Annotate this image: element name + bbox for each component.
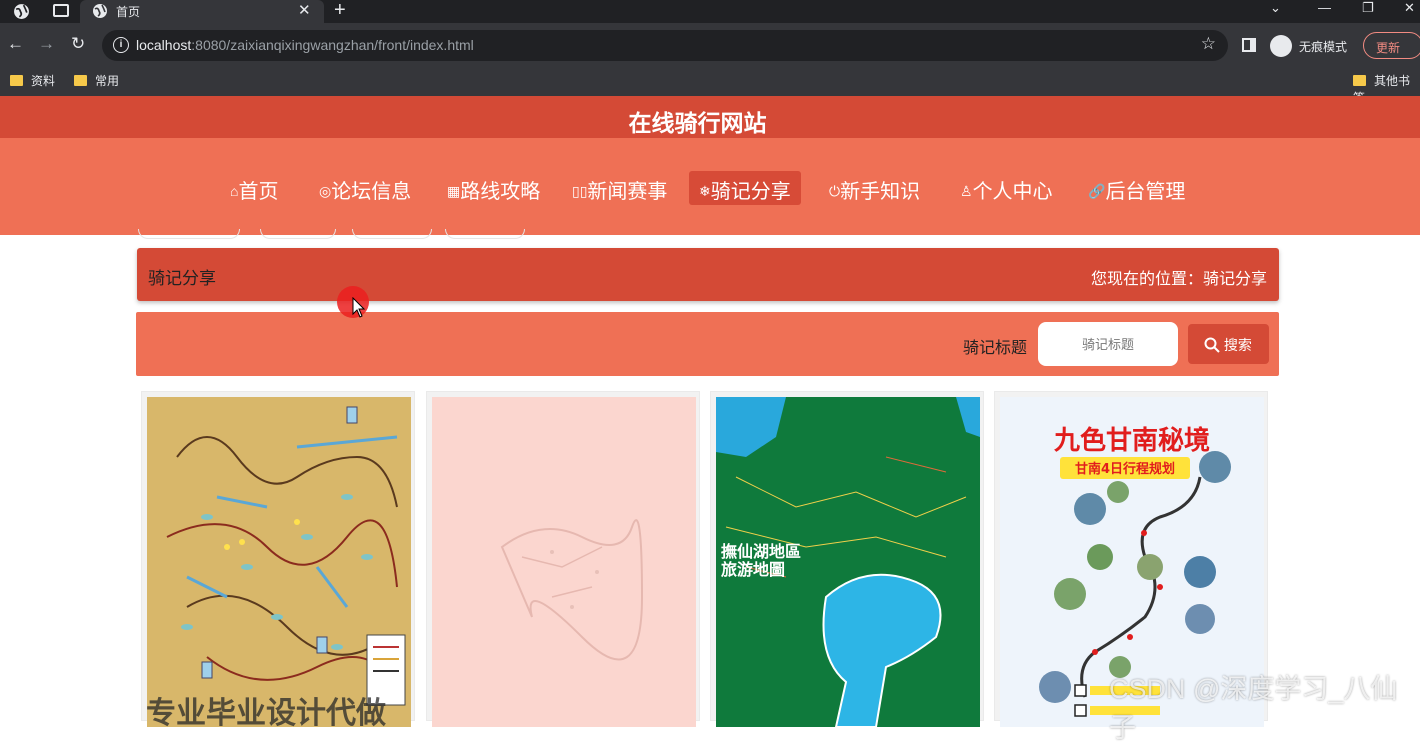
search-bar: 骑记标题 搜索 [136,312,1279,376]
site-title: 在线骑行网站 [628,110,767,136]
globe-icon [93,4,107,18]
svg-text:九色甘南秘境: 九色甘南秘境 [1053,425,1210,456]
svg-text:甘南4日行程规划: 甘南4日行程规划 [1075,461,1175,477]
browser-tab-bar: 首页 ✕ + ⌄ — ❐ ✕ [0,0,1420,23]
tab-title: 首页 [116,5,141,19]
snowflake-icon: ❄ [699,183,711,199]
sub-tab[interactable] [138,229,240,239]
reload-icon[interactable]: ↻ [71,34,85,54]
sub-tab[interactable] [260,229,336,239]
nav-item-routes[interactable]: ▦路线攻略 [437,171,550,205]
bookmark-folder[interactable]: 常用 [74,72,119,89]
breadcrumb: 您现在的位置：骑记分享 [1090,271,1267,288]
folder-icon [1353,75,1366,86]
side-panel-icon[interactable] [1242,38,1256,52]
bookmarks-bar: 资料 常用 其他书签 [0,68,1420,105]
folder-icon [10,75,23,86]
user-icon: ♙ [960,183,973,199]
grid-icon: ▦ [447,183,461,199]
nav-item-home[interactable]: ⌂首页 [220,171,288,205]
bookmark-star-icon[interactable]: ☆ [1201,34,1216,54]
nav-item-news[interactable]: ▯▯新闻赛事 [562,171,677,205]
watermark: CSDN @深度学习_八仙子 [1109,674,1398,743]
new-tab-icon[interactable]: + [334,0,346,22]
search-input[interactable] [1038,322,1178,366]
ride-card[interactable] [426,391,700,727]
ride-card[interactable] [141,391,415,727]
columns-icon: ▯▯ [572,183,588,199]
browser-toolbar: ← → ↻ i localhost:8080/zaixianqixingwang… [0,23,1420,68]
lake-map-image[interactable]: 撫仙湖地區 旅游地圖 [716,397,980,727]
incognito-icon[interactable] [1270,35,1292,57]
page-title: 骑记分享 [148,269,216,288]
sub-tab[interactable] [445,229,525,239]
address-bar[interactable]: i localhost:8080/zaixianqixingwangzhan/f… [102,30,1228,61]
minimize-icon[interactable]: — [1318,0,1331,15]
tab-actions-icon[interactable] [53,4,69,17]
overlay-caption: 专业毕业设计代做 [146,697,386,730]
sub-tab[interactable] [352,229,432,239]
back-icon[interactable]: ← [7,34,24,54]
route-map-image[interactable] [147,397,411,727]
globe-icon[interactable] [13,3,30,20]
site-header: 在线骑行网站 [0,96,1420,138]
incognito-label[interactable]: 无痕模式 [1299,38,1347,55]
svg-text:撫仙湖地區: 撫仙湖地區 [721,542,801,561]
restore-icon[interactable]: ❐ [1362,0,1374,16]
svg-text:旅游地圖: 旅游地圖 [721,560,785,579]
power-icon: ⏻ [829,183,841,199]
search-button[interactable]: 搜索 [1188,324,1269,364]
main-nav: ⌂首页 ◎论坛信息 ▦路线攻略 ▯▯新闻赛事 ❄骑记分享 ⏻新手知识 ♙个人中心… [0,138,1420,235]
mouse-pointer-icon [352,297,366,318]
folder-icon [74,75,87,86]
nav-item-admin[interactable]: 🔗后台管理 [1078,171,1195,205]
update-button[interactable]: 更新 [1363,32,1420,59]
breadcrumb-bar: 骑记分享 您现在的位置：骑记分享 [137,248,1279,301]
search-icon [1204,337,1220,353]
tab-search-icon[interactable]: ⌄ [1270,0,1281,16]
nav-item-beginner[interactable]: ⏻新手知识 [819,171,930,205]
search-label: 骑记标题 [963,340,1028,357]
link-icon: 🔗 [1088,183,1106,199]
nav-item-ride-share[interactable]: ❄骑记分享 [689,171,801,205]
site-info-icon[interactable]: i [113,37,129,53]
close-tab-icon[interactable]: ✕ [298,1,311,19]
route-map-faded-image[interactable] [432,397,696,727]
nav-item-forum[interactable]: ◎论坛信息 [309,171,421,205]
browser-tab-active[interactable]: 首页 ✕ [80,0,324,23]
forward-icon[interactable]: → [38,34,55,54]
close-window-icon[interactable]: ✕ [1404,0,1415,16]
ride-card[interactable]: 撫仙湖地區 旅游地圖 [710,391,984,727]
url-text[interactable]: localhost:8080/zaixianqixingwangzhan/fro… [136,37,474,53]
nav-item-profile[interactable]: ♙个人中心 [950,171,1063,205]
bookmark-folder[interactable]: 资料 [10,72,55,89]
compass-icon: ◎ [319,183,332,199]
